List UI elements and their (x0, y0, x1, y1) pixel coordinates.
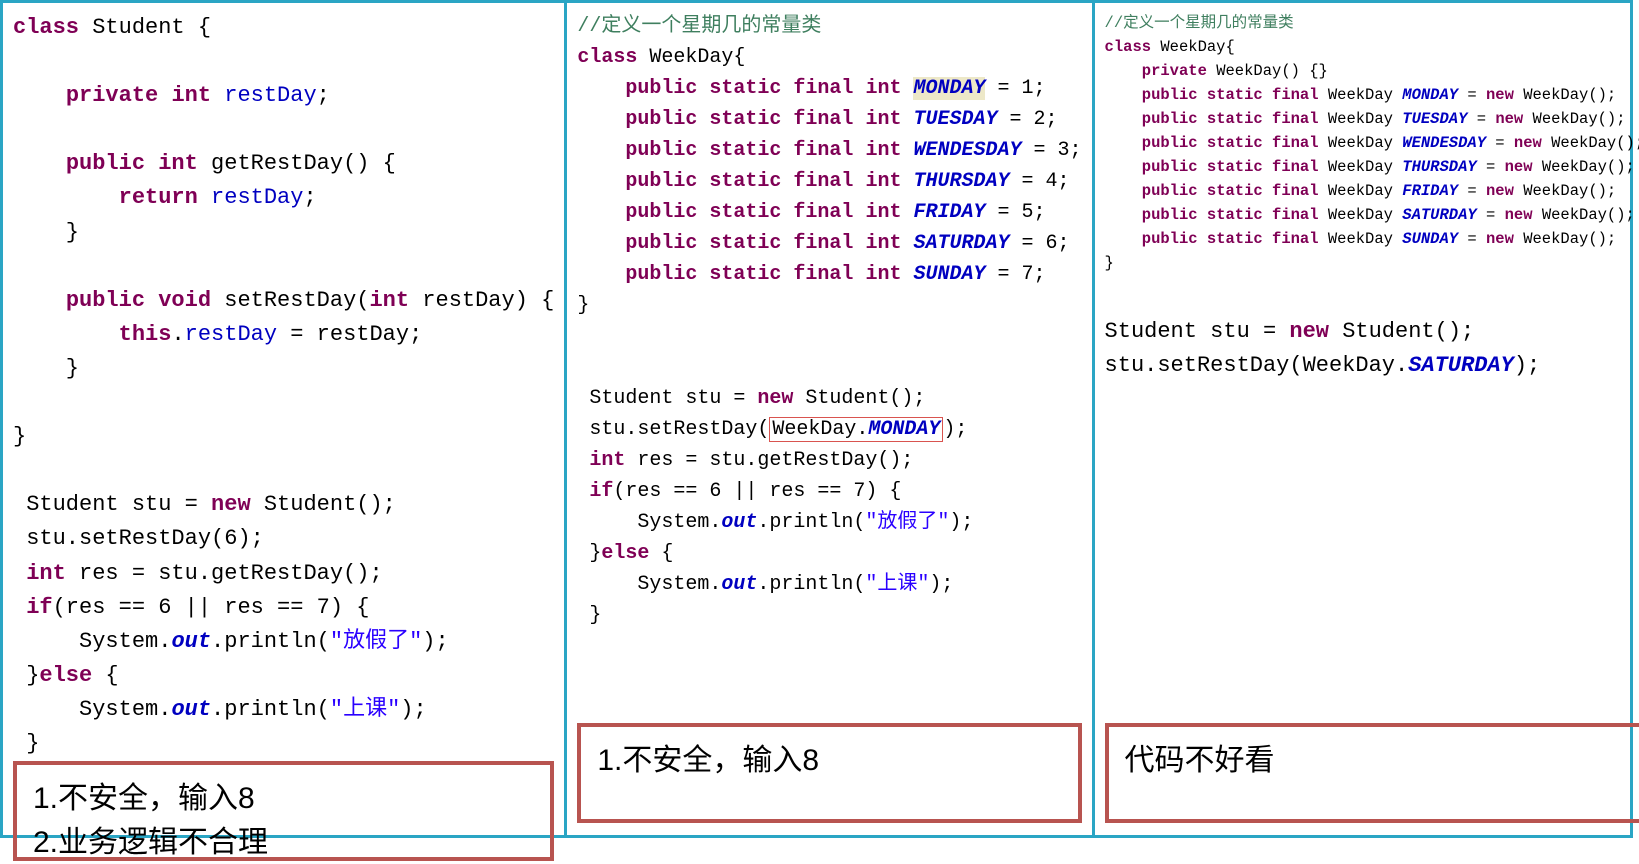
note-line: 代码不好看 (1125, 739, 1625, 783)
note-box-2: 1.不安全，输入8 (577, 723, 1081, 823)
note-line: 1.不安全，输入8 (597, 739, 1061, 783)
code-block-1: class Student { private int restDay; pub… (13, 11, 554, 761)
note-box-3: 代码不好看 (1105, 723, 1639, 823)
note-box-1: 1.不安全，输入8 2.业务逻辑不合理 (13, 761, 554, 861)
code-block-3a: //定义一个星期几的常量类 class WeekDay{ private Wee… (1105, 11, 1639, 275)
note-line: 2.业务逻辑不合理 (33, 821, 534, 864)
code-block-2: //定义一个星期几的常量类 class WeekDay{ public stat… (577, 11, 1081, 631)
three-panel-container: class Student { private int restDay; pub… (0, 0, 1633, 838)
code-block-3b: Student stu = new Student(); stu.setRest… (1105, 315, 1639, 383)
highlighted-argument: WeekDay.MONDAY (769, 417, 943, 442)
panel-3: //定义一个星期几的常量类 class WeekDay{ private Wee… (1092, 3, 1639, 835)
panel-2: //定义一个星期几的常量类 class WeekDay{ public stat… (564, 3, 1091, 835)
note-line: 1.不安全，输入8 (33, 777, 534, 821)
panel-1: class Student { private int restDay; pub… (3, 3, 564, 835)
